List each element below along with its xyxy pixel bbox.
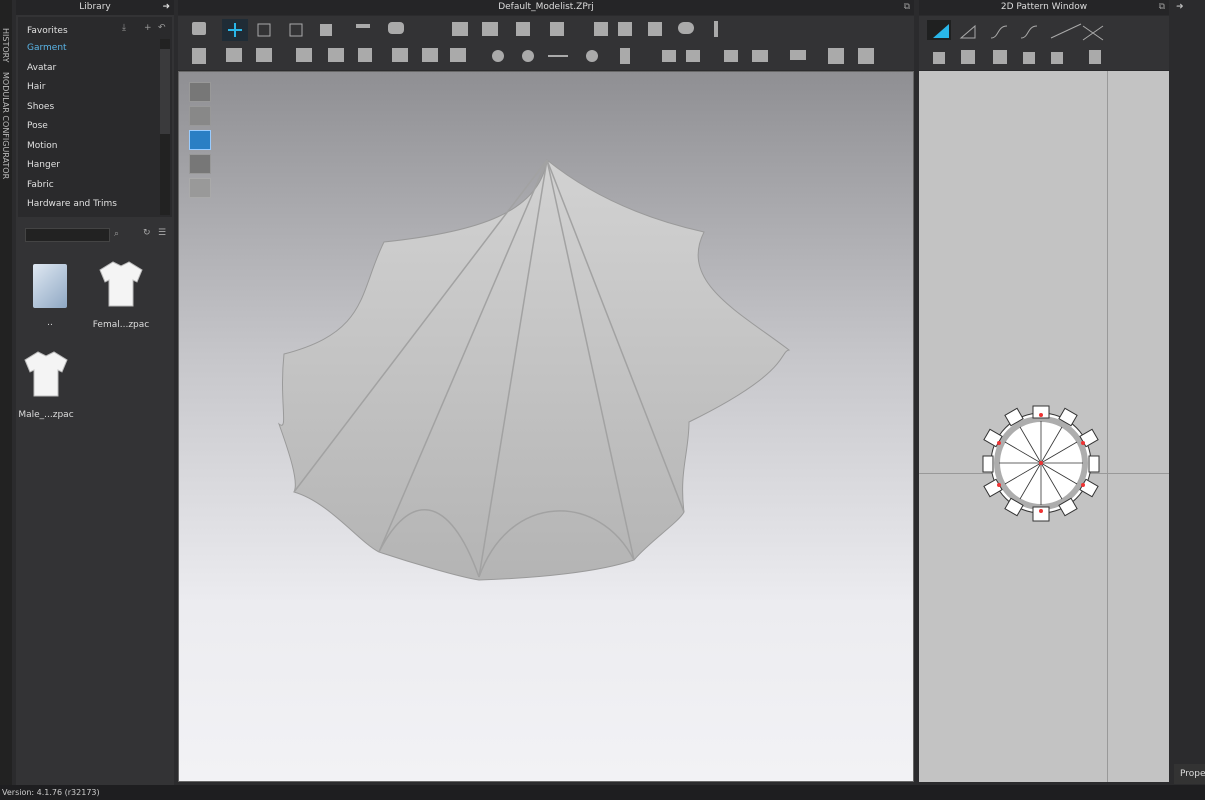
circular-pattern [982,405,1100,522]
file-name: Femal...zpac [92,320,150,330]
tshirt-icon [99,261,143,307]
project-title: Default_Modelist.ZPrj [498,2,594,12]
add-icon[interactable]: + [144,23,152,33]
category-pose[interactable]: Pose [27,121,48,131]
tent-garment-model [277,159,791,581]
2d-pattern-canvas[interactable] [919,71,1169,782]
right-dock: ➜ Prope [1172,0,1205,785]
pattern-header: 2D Pattern Window ⧉ [919,0,1169,15]
list-view-icon[interactable]: ☰ [158,228,166,238]
category-garment[interactable]: Garment [27,43,67,53]
scrollbar[interactable] [160,39,170,215]
2d-toolbar-icons [927,20,1104,64]
category-fabric[interactable]: Fabric [27,180,54,190]
category-avatar[interactable]: Avatar [27,63,56,73]
3d-toolbar [178,16,914,70]
category-shoes[interactable]: Shoes [27,102,54,112]
library-search-input[interactable] [25,228,110,242]
category-hair[interactable]: Hair [27,82,45,92]
file-item[interactable]: Male_...zpac [16,348,76,423]
status-bar: Version: 4.1.76 (r32173) [0,785,1205,800]
refresh-icon[interactable]: ↻ [143,228,151,238]
category-hanger[interactable]: Hanger [27,160,60,170]
properties-tab[interactable]: Prope [1174,764,1205,784]
file-item[interactable]: .. [20,258,80,333]
modular-configurator-tab[interactable]: MODULAR CONFIGURATOR [1,72,10,179]
library-header: Library ➜ [16,0,174,15]
category-motion[interactable]: Motion [27,141,58,151]
search-icon[interactable]: ⌕ [114,229,119,239]
expand-icon[interactable]: ➜ [1176,2,1184,12]
category-favorites[interactable]: Favorites [27,26,68,36]
2d-toolbar [919,16,1169,70]
download-icon[interactable]: ⤓ [122,23,126,33]
history-tab[interactable]: HISTORY [1,28,10,63]
collapse-icon[interactable]: ➜ [162,0,170,15]
side-tab-strip: HISTORY MODULAR CONFIGURATOR [0,0,12,785]
tshirt-icon [24,351,68,397]
back-icon[interactable]: ↶ [158,23,166,33]
library-title: Library [79,2,111,12]
pattern-window-title: 2D Pattern Window [1000,2,1088,12]
file-item[interactable]: Femal...zpac [86,258,156,333]
tool-icons [192,21,874,64]
library-panel: Library ➜ Favorites Garment Avatar Hair … [16,0,174,785]
folder-icon [33,264,67,308]
popout-icon[interactable]: ⧉ [1159,0,1165,15]
viewport-header: Default_Modelist.ZPrj ⧉ [178,0,914,15]
file-name: .. [47,318,53,328]
popout-icon[interactable]: ⧉ [904,0,910,15]
category-hardware-trims[interactable]: Hardware and Trims [27,199,117,209]
version-label: Version: 4.1.76 (r32173) [2,788,100,797]
3d-viewport[interactable] [178,71,914,782]
file-name: Male_...zpac [18,410,74,420]
toolbar-icons [192,19,874,64]
category-list: Favorites Garment Avatar Hair Shoes Pose… [18,17,172,217]
